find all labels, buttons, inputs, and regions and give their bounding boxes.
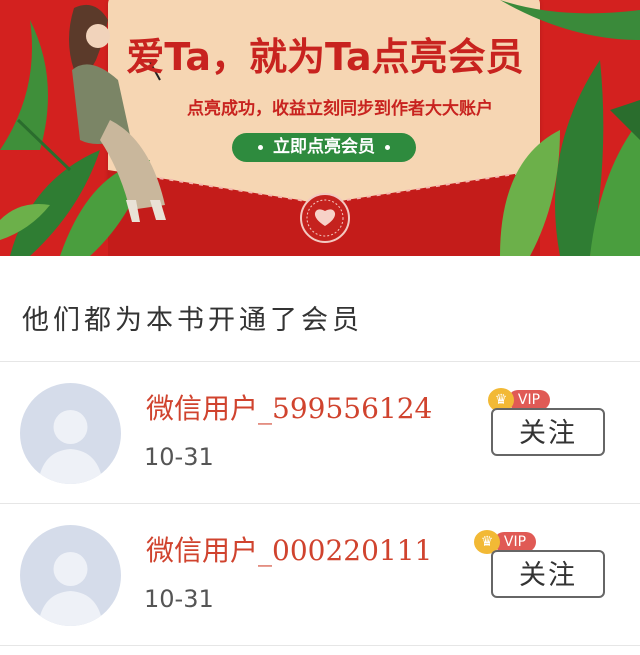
default-avatar-icon bbox=[38, 410, 103, 484]
banner-title: 爱Ta，就为Ta点亮会员 bbox=[126, 35, 524, 79]
banner-subtitle: 点亮成功，收益立刻同步到作者大大账户 bbox=[187, 99, 493, 119]
banner-button-label: 立即点亮会员 bbox=[273, 137, 375, 157]
divider bbox=[0, 645, 640, 646]
dot-icon bbox=[258, 144, 263, 150]
follow-button[interactable]: 关注 bbox=[491, 408, 605, 456]
vip-label: VIP bbox=[494, 532, 536, 552]
member-row[interactable]: 微信用户_000220111 10-31 VIP ♛ 关注 bbox=[0, 503, 640, 645]
avatar[interactable] bbox=[20, 525, 121, 626]
open-date: 10-31 bbox=[144, 443, 214, 471]
heart-seal-icon bbox=[300, 193, 350, 243]
avatar[interactable] bbox=[20, 383, 121, 484]
follow-button[interactable]: 关注 bbox=[491, 550, 605, 598]
user-name[interactable]: 微信用户_000220111 bbox=[146, 529, 432, 569]
section-title: 他们都为本书开通了会员 bbox=[22, 305, 363, 336]
dot-icon bbox=[385, 144, 390, 150]
open-date: 10-31 bbox=[144, 585, 214, 613]
user-name[interactable]: 微信用户_599556124 bbox=[146, 387, 432, 427]
vip-label: VIP bbox=[508, 390, 550, 410]
member-row[interactable]: 微信用户_599556124 10-31 VIP ♛ 关注 bbox=[0, 361, 640, 503]
light-up-membership-button[interactable]: 立即点亮会员 bbox=[232, 133, 416, 162]
promo-banner[interactable]: 爱Ta，就为Ta点亮会员 点亮成功，收益立刻同步到作者大大账户 立即点亮会员 bbox=[0, 0, 640, 256]
default-avatar-icon bbox=[38, 552, 103, 626]
